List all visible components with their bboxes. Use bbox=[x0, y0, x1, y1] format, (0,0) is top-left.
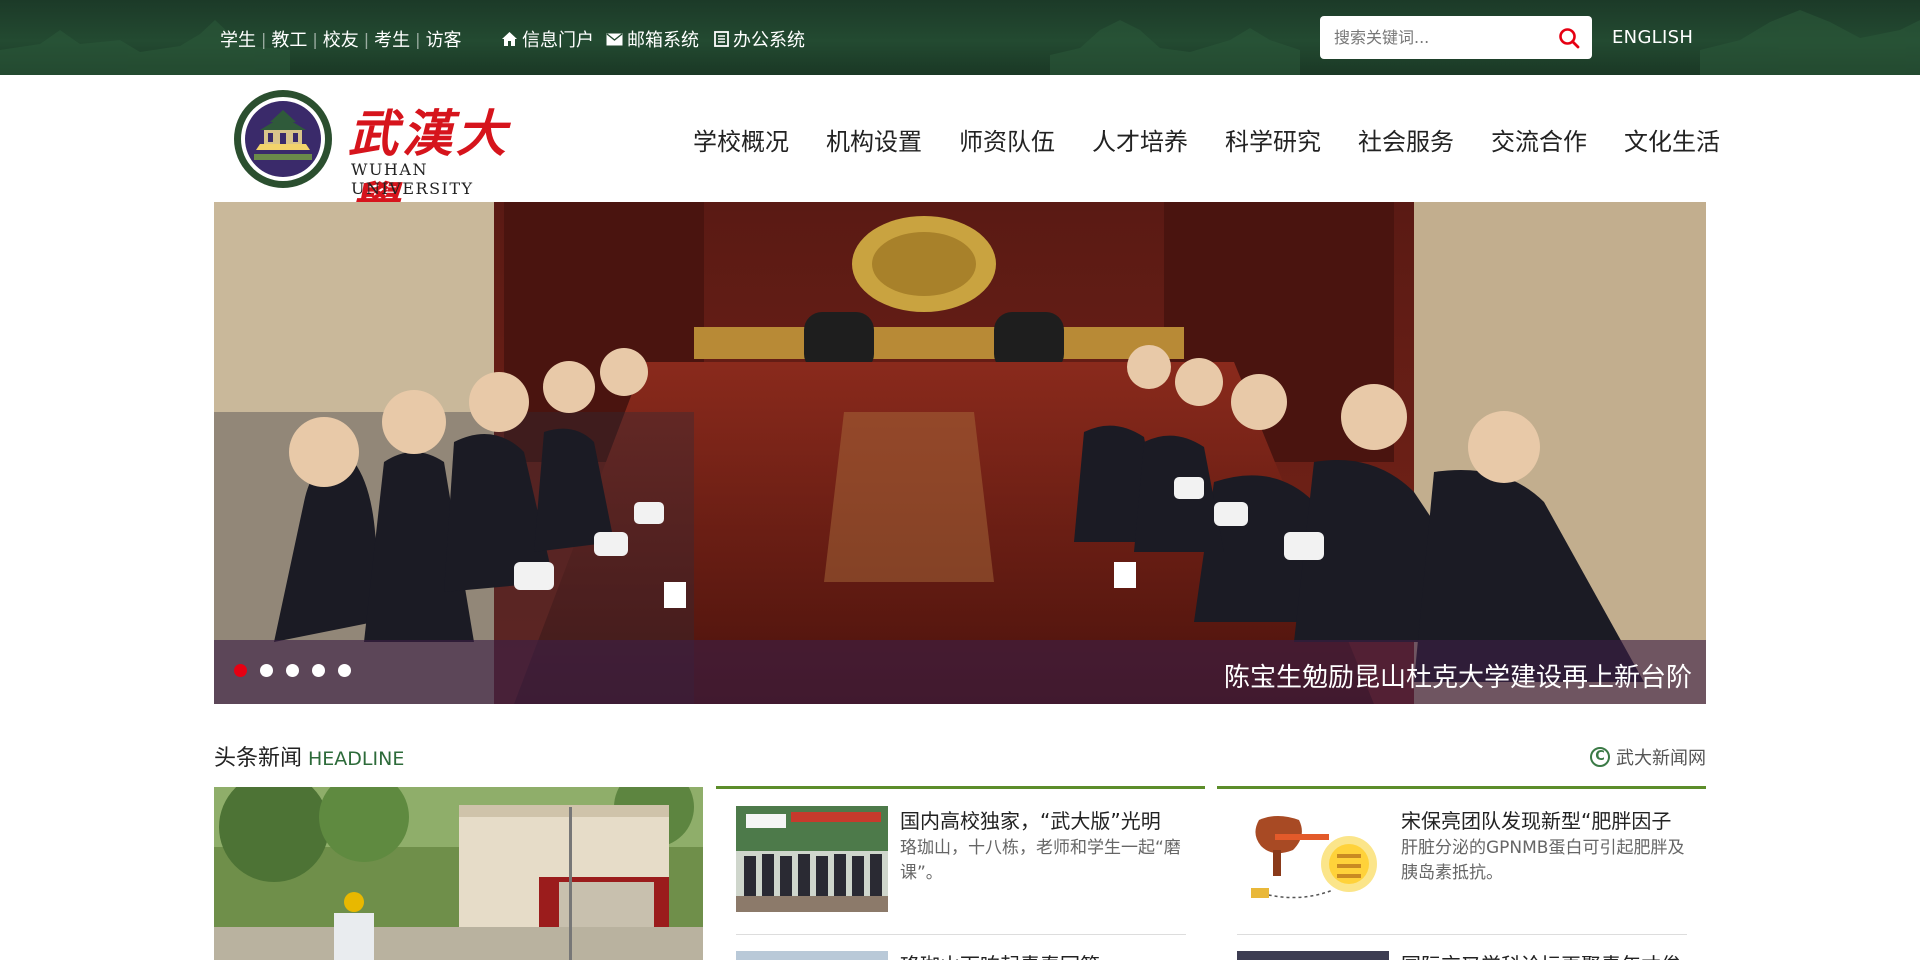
carousel-pagination bbox=[234, 664, 364, 677]
english-site-link[interactable]: ENGLISH bbox=[1612, 27, 1693, 48]
slide-caption-bar: 陈宝生勉励昆山杜克大学建设再上新台阶 bbox=[214, 640, 1706, 704]
news-title[interactable]: 国际交叉学科论坛再聚青年才俊 bbox=[1401, 949, 1691, 960]
university-logo[interactable]: 武漢大學 WUHAN UNIVERSITY bbox=[232, 88, 542, 235]
hero-carousel[interactable]: 陈宝生勉励昆山杜克大学建设再上新台阶 bbox=[214, 202, 1706, 704]
slide-caption[interactable]: 陈宝生勉励昆山杜克大学建设再上新台阶 bbox=[1224, 657, 1692, 694]
separator: | bbox=[363, 29, 370, 49]
news-thumbnail bbox=[736, 951, 888, 960]
logo-english-name: WUHAN UNIVERSITY bbox=[351, 160, 474, 198]
office-system-label: 办公系统 bbox=[733, 30, 805, 51]
nav-about[interactable]: 学校概况 bbox=[693, 122, 789, 157]
main-navigation: 学校概况 机构设置 师资队伍 人才培养 科学研究 社会服务 交流合作 文化生活 bbox=[693, 122, 1720, 157]
carousel-dot-2[interactable] bbox=[260, 664, 273, 677]
mail-icon bbox=[606, 32, 623, 45]
university-emblem-icon bbox=[234, 90, 332, 188]
search-input[interactable] bbox=[1334, 16, 1544, 59]
news-title[interactable]: 珞珈山下响起青春回答 bbox=[900, 949, 1190, 960]
carousel-dot-4[interactable] bbox=[312, 664, 325, 677]
featured-news-image[interactable] bbox=[214, 787, 703, 960]
news-summary: 珞珈山，十八栋，老师和学生一起“磨课”。 bbox=[900, 838, 1181, 883]
carousel-dot-5[interactable] bbox=[338, 664, 351, 677]
separator: | bbox=[415, 29, 421, 49]
featured-photo-campus bbox=[214, 787, 703, 960]
news-thumbnail bbox=[1237, 806, 1389, 912]
headline-news-column-1: 国内高校独家，“武大版”光明 珞珈山，十八栋，老师和学生一起“磨课”。 珞珈山下… bbox=[716, 786, 1205, 960]
top-bar: 学生| 教工| 校友| 考生| 访客 信息门户 邮箱系统 办公系统 ENGLIS… bbox=[0, 0, 1920, 75]
mail-system-link[interactable]: 邮箱系统 bbox=[606, 26, 699, 52]
nav-social-service[interactable]: 社会服务 bbox=[1358, 122, 1454, 157]
headline-title-cn: 头条新闻 bbox=[214, 746, 303, 771]
news-thumbnail bbox=[1237, 951, 1389, 960]
news-site-link[interactable]: C 武大新闻网 bbox=[1590, 744, 1706, 770]
headline-news-column-2: 宋保亮团队发现新型“肥胖因子 肝脏分泌的GPNMB蛋白可引起肥胖及胰岛素抵抗。 … bbox=[1217, 786, 1706, 960]
nav-organization[interactable]: 机构设置 bbox=[826, 122, 922, 157]
divider bbox=[736, 934, 1186, 935]
carousel-dot-3[interactable] bbox=[286, 664, 299, 677]
role-link-alumni[interactable]: 校友 bbox=[323, 26, 359, 52]
home-icon bbox=[502, 32, 517, 46]
divider bbox=[1237, 934, 1687, 935]
nav-research[interactable]: 科学研究 bbox=[1225, 122, 1321, 157]
carousel-dot-1[interactable] bbox=[234, 664, 247, 677]
news-title[interactable]: 国内高校独家，“武大版”光明 bbox=[900, 805, 1190, 834]
separator: | bbox=[312, 29, 318, 49]
role-link-staff[interactable]: 教工 bbox=[271, 26, 307, 52]
copyright-c-icon: C bbox=[1590, 747, 1610, 767]
role-link-student[interactable]: 学生 bbox=[220, 26, 256, 52]
headline-section-title: 头条新闻 HEADLINE bbox=[214, 740, 404, 772]
role-link-visitor[interactable]: 访客 bbox=[426, 26, 462, 52]
headline-title-en: HEADLINE bbox=[308, 748, 405, 770]
role-link-applicant[interactable]: 考生 bbox=[374, 26, 410, 52]
search-box bbox=[1320, 16, 1592, 59]
nav-exchange[interactable]: 交流合作 bbox=[1491, 122, 1587, 157]
separator: | bbox=[261, 29, 267, 49]
news-item[interactable]: 宋保亮团队发现新型“肥胖因子 肝脏分泌的GPNMB蛋白可引起肥胖及胰岛素抵抗。 bbox=[1237, 806, 1687, 914]
office-system-link[interactable]: 办公系统 bbox=[714, 26, 805, 52]
news-summary: 肝脏分泌的GPNMB蛋白可引起肥胖及胰岛素抵抗。 bbox=[1401, 838, 1685, 883]
audience-links: 学生 | 教工 | 校友 | 考生 | 访客 bbox=[220, 26, 462, 52]
info-portal-label: 信息门户 bbox=[522, 30, 594, 51]
news-item[interactable]: 国际交叉学科论坛再聚青年才俊 bbox=[1237, 951, 1687, 960]
search-icon[interactable] bbox=[1558, 27, 1580, 49]
news-item[interactable]: 珞珈山下响起青春回答 bbox=[736, 951, 1186, 960]
news-thumbnail bbox=[736, 806, 888, 912]
info-portal-link[interactable]: 信息门户 bbox=[501, 26, 594, 52]
document-icon bbox=[714, 31, 729, 47]
nav-faculty[interactable]: 师资队伍 bbox=[959, 122, 1055, 157]
news-item[interactable]: 国内高校独家，“武大版”光明 珞珈山，十八栋，老师和学生一起“磨课”。 bbox=[736, 806, 1186, 914]
news-site-label: 武大新闻网 bbox=[1616, 748, 1706, 769]
nav-education[interactable]: 人才培养 bbox=[1092, 122, 1188, 157]
news-title[interactable]: 宋保亮团队发现新型“肥胖因子 bbox=[1401, 805, 1691, 834]
mail-system-label: 邮箱系统 bbox=[627, 30, 699, 51]
hero-slide-image bbox=[214, 202, 1706, 704]
nav-culture[interactable]: 文化生活 bbox=[1624, 122, 1720, 157]
